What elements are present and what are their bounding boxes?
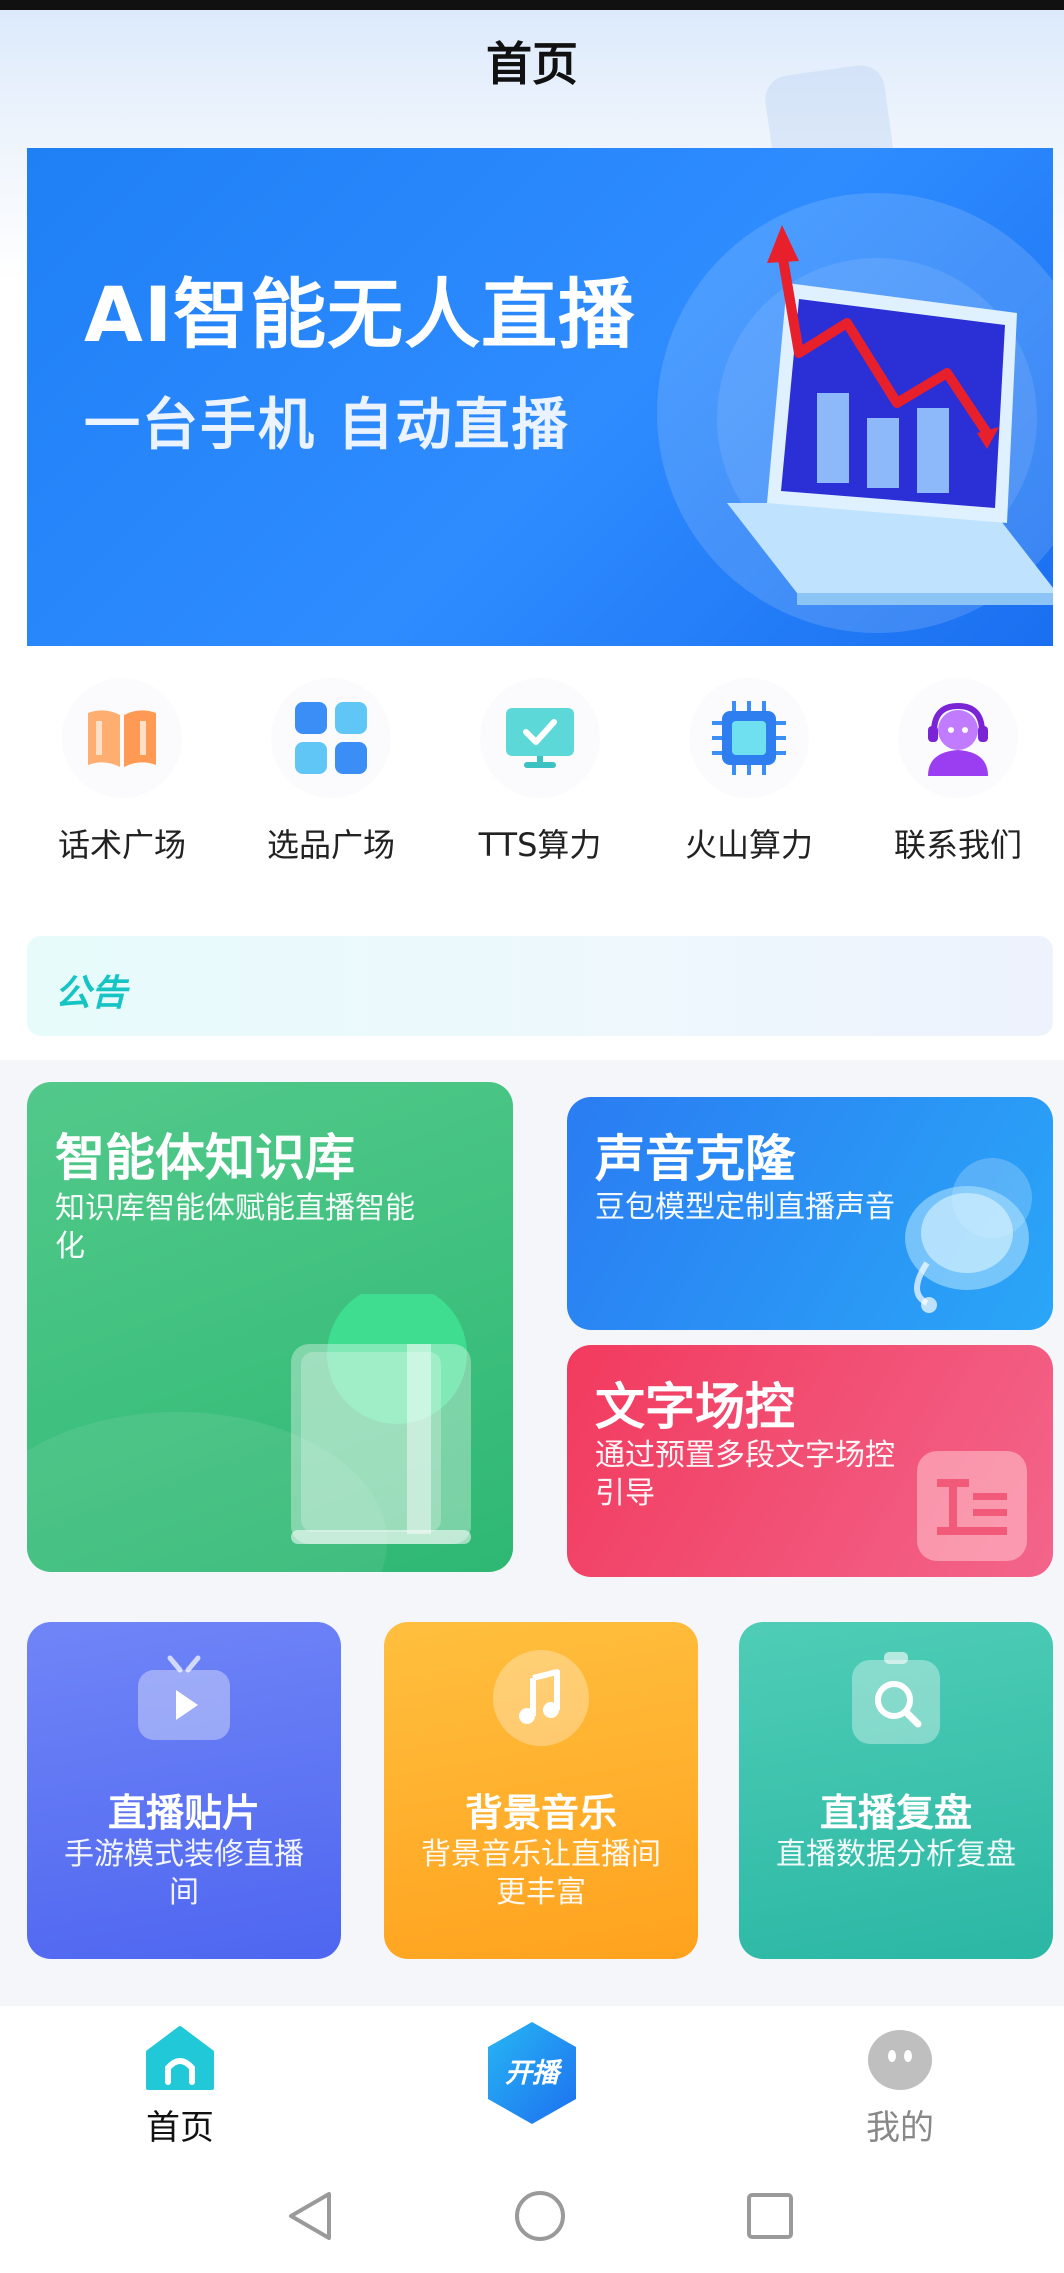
card-description: 通过预置多段文字场控引导	[595, 1438, 895, 1511]
quick-link-contact-us[interactable]: 联系我们	[863, 678, 1053, 878]
card-title: 智能体知识库	[55, 1129, 355, 1187]
tool-description: 直播数据分析复盘	[776, 1837, 1016, 1872]
notice-bar[interactable]: 公告	[27, 936, 1053, 1036]
home-icon	[146, 2026, 214, 2090]
tool-title: 直播复盘	[819, 1791, 972, 1835]
go-live-label: 开播	[505, 2058, 563, 2089]
back-nav-button[interactable]	[280, 2186, 340, 2246]
profile-icon	[868, 2030, 932, 2090]
book-icon	[62, 678, 182, 798]
text-document-icon	[917, 1451, 1027, 1561]
card-voice-clone[interactable]: 声音克隆 豆包模型定制直播声音	[567, 1097, 1053, 1330]
page-title: 首页	[486, 37, 578, 91]
go-live-button-icon: 开播	[488, 2022, 576, 2124]
recents-nav-button[interactable]	[740, 2186, 800, 2246]
promo-banner[interactable]: AI智能无人直播 一台手机 自动直播	[27, 148, 1053, 646]
card-description: 豆包模型定制直播声音	[595, 1190, 895, 1225]
tool-description: 手游模式装修直播间	[64, 1837, 304, 1910]
home-nav-button[interactable]	[510, 2186, 570, 2246]
banner-subtitle: 一台手机 自动直播	[84, 393, 570, 458]
banner-title: AI智能无人直播	[84, 270, 636, 359]
bottom-tab-bar: 首页 开播 我的	[0, 2006, 1064, 2156]
notice-label: 公告	[55, 973, 128, 1014]
card-knowledge-base[interactable]: 智能体知识库 知识库智能体赋能直播智能化	[27, 1082, 513, 1572]
grid-icon	[271, 678, 391, 798]
card-title: 声音克隆	[595, 1130, 795, 1188]
home-circle-icon	[515, 2191, 565, 2241]
card-text-control[interactable]: 文字场控 通过预置多段文字场控引导	[567, 1345, 1053, 1577]
quick-link-script-plaza[interactable]: 话术广场	[27, 678, 217, 878]
monitor-check-icon	[480, 678, 600, 798]
tab-go-live[interactable]: 开播	[482, 2018, 582, 2132]
book-illustration-icon	[291, 1294, 471, 1544]
tool-live-review[interactable]: 直播复盘 直播数据分析复盘	[739, 1622, 1053, 1959]
search-clipboard-icon	[852, 1652, 940, 1744]
laptop-chart-illustration	[727, 225, 1053, 605]
tab-label: 我的	[866, 2108, 934, 2148]
tool-title: 背景音乐	[464, 1791, 617, 1835]
system-navigation-bar	[0, 2156, 1064, 2273]
recents-square-icon	[747, 2193, 793, 2239]
tool-live-sticker[interactable]: 直播贴片 手游模式装修直播间	[27, 1622, 341, 1959]
back-triangle-icon	[289, 2192, 331, 2240]
tool-description: 背景音乐让直播间更丰富	[421, 1837, 661, 1910]
chip-icon	[689, 678, 809, 798]
status-bar	[0, 0, 1064, 10]
tool-background-music[interactable]: 背景音乐 背景音乐让直播间更丰富	[384, 1622, 698, 1959]
quick-link-label: TTS算力	[478, 826, 602, 864]
quick-link-label: 火山算力	[684, 826, 813, 864]
quick-link-product-plaza[interactable]: 选品广场	[236, 678, 426, 878]
tv-play-icon	[138, 1655, 230, 1740]
tab-label: 首页	[146, 2108, 214, 2148]
card-title: 文字场控	[595, 1378, 795, 1436]
tool-title: 直播贴片	[107, 1791, 260, 1835]
headset-user-icon	[898, 678, 1018, 798]
music-note-icon	[493, 1650, 589, 1746]
headset-bubble-icon	[905, 1158, 1032, 1313]
quick-links-row: 话术广场 选品广场 TTS算力 火山算力 联系我们	[27, 678, 1053, 878]
quick-link-label: 话术广场	[57, 826, 186, 864]
quick-link-tts-compute[interactable]: TTS算力	[445, 678, 635, 878]
quick-link-label: 选品广场	[266, 826, 395, 864]
quick-link-label: 联系我们	[893, 826, 1022, 864]
quick-link-volcano-compute[interactable]: 火山算力	[654, 678, 844, 878]
card-description: 知识库智能体赋能直播智能化	[55, 1191, 415, 1264]
tab-home[interactable]: 首页	[120, 2024, 240, 2149]
tab-mine[interactable]: 我的	[840, 2024, 960, 2149]
